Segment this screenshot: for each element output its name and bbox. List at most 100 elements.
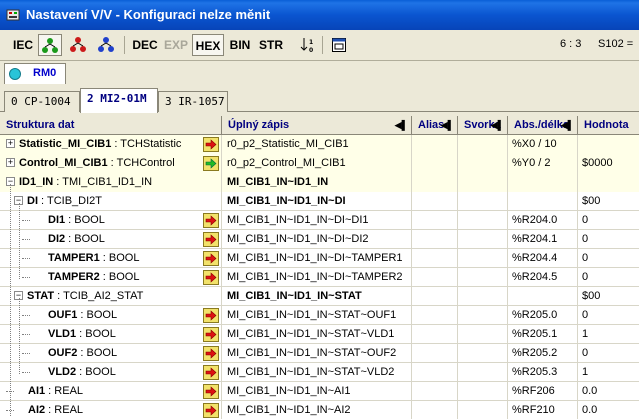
- row-type: : BOOL: [76, 366, 116, 378]
- exp-button[interactable]: EXP: [162, 34, 190, 56]
- col-header-hodnota[interactable]: Hodnota: [578, 116, 639, 135]
- table-row[interactable]: VLD2 : BOOL MI_CIB1_IN~ID1_IN~STAT~VLD2 %R…: [0, 363, 639, 382]
- row-name: OUF2: [48, 347, 78, 359]
- hex-button[interactable]: HEX: [192, 34, 224, 56]
- output-arrow-icon[interactable]: [203, 365, 219, 380]
- table-row[interactable]: AI1 : REAL MI_CIB1_IN~ID1_IN~AI1 %RF206 0.0: [0, 382, 639, 401]
- tab-cp-1004[interactable]: 0 CP-1004: [4, 91, 80, 112]
- table-row[interactable]: + Statistic_MI_CIB1 : TCHStatistic r0_p2_S…: [0, 135, 639, 154]
- cell-hodnota[interactable]: 0: [578, 344, 639, 363]
- row-name: Control_MI_CIB1: [19, 157, 108, 169]
- table-row[interactable]: + Control_MI_CIB1 : TCHControl r0_p2_Contr…: [0, 154, 639, 173]
- output-arrow-icon[interactable]: [203, 403, 219, 418]
- output-arrow-icon[interactable]: [203, 327, 219, 342]
- output-arrow-icon[interactable]: [203, 137, 219, 152]
- cell-hodnota[interactable]: 0: [578, 306, 639, 325]
- col-header-alias[interactable]: Alias ◀▌: [412, 116, 458, 135]
- window-title: Nastavení V/V - Konfiguraci nelze měnit: [26, 7, 271, 22]
- cell-hodnota[interactable]: [578, 173, 639, 192]
- cell-abs-delka: %R204.0: [508, 211, 578, 230]
- table-row[interactable]: DI2 : BOOL MI_CIB1_IN~ID1_IN~DI~DI2 %R204.…: [0, 230, 639, 249]
- cell-uplny-zapis: MI_CIB1_IN~ID1_IN~DI~DI2: [222, 230, 412, 249]
- cell-struktura: VLD2 : BOOL: [0, 363, 222, 382]
- cell-hodnota[interactable]: 1: [578, 363, 639, 382]
- tree-connector: [22, 258, 30, 259]
- col-header-uplny-zapis[interactable]: Úplný zápis ◀▌: [222, 116, 412, 135]
- cell-svorka: [458, 192, 508, 211]
- cell-alias: [412, 363, 458, 382]
- title-bar[interactable]: Nastavení V/V - Konfiguraci nelze měnit: [0, 0, 639, 30]
- expand-icon[interactable]: +: [6, 158, 15, 167]
- tree-connector: [22, 220, 30, 221]
- str-button[interactable]: STR: [256, 34, 286, 56]
- col-header-svorka[interactable]: Svorka ◀▌: [458, 116, 508, 135]
- cell-hodnota[interactable]: 1: [578, 325, 639, 344]
- cell-hodnota[interactable]: 0: [578, 268, 639, 287]
- cell-hodnota[interactable]: $0000: [578, 154, 639, 173]
- table-row[interactable]: − DI : TCIB_DI2T MI_CIB1_IN~ID1_IN~DI $00: [0, 192, 639, 211]
- tab-ir-1057[interactable]: 3 IR-1057: [158, 91, 228, 112]
- window-button[interactable]: [328, 34, 350, 56]
- table-row[interactable]: − ID1_IN : TMI_CIB1_ID1_IN MI_CIB1_IN~ID1_…: [0, 173, 639, 192]
- cell-hodnota[interactable]: $00: [578, 287, 639, 306]
- rm-tab[interactable]: RM0: [4, 63, 66, 84]
- row-type: : BOOL: [77, 309, 118, 321]
- output-arrow-icon[interactable]: [203, 308, 219, 323]
- cell-hodnota[interactable]: 0: [578, 211, 639, 230]
- cell-hodnota[interactable]: $00: [578, 192, 639, 211]
- output-arrow-icon[interactable]: [203, 251, 219, 266]
- table-row[interactable]: VLD1 : BOOL MI_CIB1_IN~ID1_IN~STAT~VLD1 %R…: [0, 325, 639, 344]
- cell-abs-delka: %R204.4: [508, 249, 578, 268]
- tree-blue-button[interactable]: [94, 34, 118, 56]
- table-row[interactable]: OUF1 : BOOL MI_CIB1_IN~ID1_IN~STAT~OUF1 %R…: [0, 306, 639, 325]
- input-arrow-icon[interactable]: [203, 156, 219, 171]
- row-type: : TCIB_DI2T: [38, 195, 102, 207]
- app-icon: [6, 9, 20, 21]
- cell-hodnota[interactable]: [578, 135, 639, 154]
- col-header-abs-delka[interactable]: Abs./délka ◀▌: [508, 116, 578, 135]
- row-type: : BOOL: [65, 214, 105, 226]
- cell-svorka: [458, 268, 508, 287]
- window-icon: [332, 38, 346, 52]
- output-arrow-icon[interactable]: [203, 384, 219, 399]
- table-row[interactable]: − STAT : TCIB_AI2_STAT MI_CIB1_IN~ID1_IN~S…: [0, 287, 639, 306]
- sort-button[interactable]: 10: [298, 34, 318, 56]
- dec-button[interactable]: DEC: [130, 34, 160, 56]
- cell-abs-delka: %R205.3: [508, 363, 578, 382]
- tree-green-button[interactable]: [38, 34, 62, 56]
- cell-hodnota[interactable]: 0.0: [578, 382, 639, 401]
- table-row[interactable]: DI1 : BOOL MI_CIB1_IN~ID1_IN~DI~DI1 %R204.…: [0, 211, 639, 230]
- output-arrow-icon[interactable]: [203, 213, 219, 228]
- tree-connector: [22, 239, 30, 240]
- cell-hodnota[interactable]: 0: [578, 249, 639, 268]
- table-row[interactable]: AI2 : REAL MI_CIB1_IN~ID1_IN~AI2 %RF210 0.0: [0, 401, 639, 419]
- cell-svorka: [458, 211, 508, 230]
- column-menu-icon: ◀▌: [394, 120, 408, 130]
- tree-red-button[interactable]: [66, 34, 90, 56]
- cell-uplny-zapis: MI_CIB1_IN~ID1_IN~DI: [222, 192, 412, 211]
- row-name: TAMPER1: [48, 252, 100, 264]
- cell-hodnota[interactable]: 0.0: [578, 401, 639, 419]
- output-arrow-icon[interactable]: [203, 270, 219, 285]
- cell-svorka: [458, 382, 508, 401]
- cell-abs-delka: %RF210: [508, 401, 578, 419]
- output-arrow-icon[interactable]: [203, 346, 219, 361]
- output-arrow-icon[interactable]: [203, 232, 219, 247]
- cell-hodnota[interactable]: 0: [578, 230, 639, 249]
- tab-mi2-01m[interactable]: 2 MI2-01M: [80, 88, 158, 113]
- cell-struktura: − DI : TCIB_DI2T: [0, 192, 222, 211]
- row-name: VLD1: [48, 328, 77, 340]
- cell-abs-delka: [508, 287, 578, 306]
- cell-uplny-zapis: MI_CIB1_IN~ID1_IN: [222, 173, 412, 192]
- tree-green-icon: [42, 38, 58, 53]
- table-row[interactable]: TAMPER1 : BOOL MI_CIB1_IN~ID1_IN~DI~TAMPE…: [0, 249, 639, 268]
- expand-icon[interactable]: +: [6, 139, 15, 148]
- table-row[interactable]: OUF2 : BOOL MI_CIB1_IN~ID1_IN~STAT~OUF2 %R…: [0, 344, 639, 363]
- table-row[interactable]: TAMPER2 : BOOL MI_CIB1_IN~ID1_IN~DI~TAMPE…: [0, 268, 639, 287]
- col-header-struktura[interactable]: Struktura dat: [0, 116, 222, 135]
- cell-abs-delka: %R205.0: [508, 306, 578, 325]
- svg-text:1: 1: [309, 39, 313, 46]
- data-grid: Struktura dat Úplný zápis ◀▌ Alias ◀▌ Svor…: [0, 116, 639, 419]
- iec-button[interactable]: IEC: [10, 34, 36, 56]
- bin-button[interactable]: BIN: [226, 34, 254, 56]
